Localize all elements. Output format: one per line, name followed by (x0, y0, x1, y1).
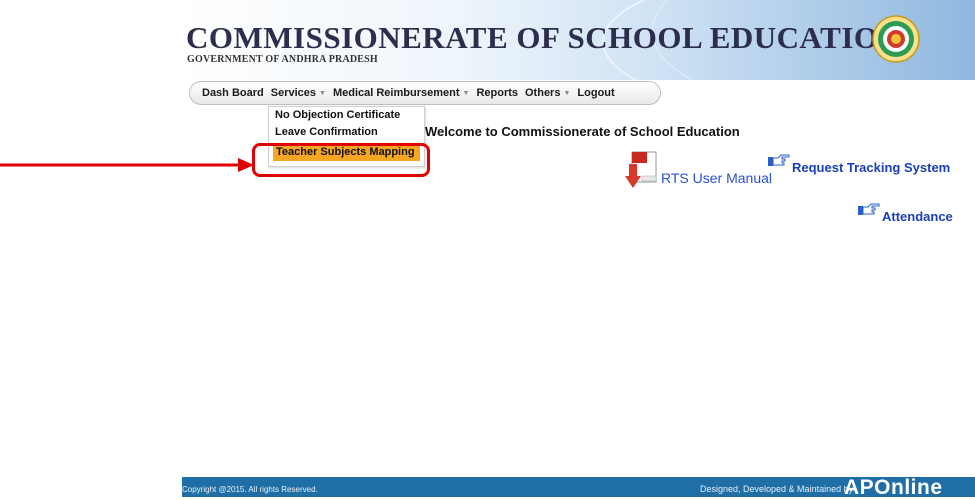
nav-reports[interactable]: Reports (476, 87, 518, 99)
rts-user-manual-link[interactable]: RTS User Manual (661, 170, 772, 186)
nav-label: Medical Reimbursement (332, 87, 460, 99)
nav-label: Others (525, 87, 561, 99)
attendance-link[interactable]: Attendance (882, 209, 953, 224)
pointing-hand-icon (768, 154, 790, 166)
nav-label: Reports (476, 87, 518, 99)
nav-medical-reimbursement[interactable]: Medical Reimbursement ▼ (333, 87, 469, 99)
nav-label: Dash Board (202, 87, 264, 99)
nav-others[interactable]: Others ▼ (525, 87, 570, 99)
main-nav: Dash Board Services ▼ Medical Reimbursem… (189, 81, 661, 105)
annotation-highlight-box (252, 143, 430, 177)
welcome-message: Welcome to Commissionerate of School Edu… (425, 124, 740, 139)
caret-down-icon: ▼ (319, 89, 326, 97)
site-subtitle: GOVERNMENT OF ANDHRA PRADESH (187, 54, 378, 65)
caret-down-icon: ▼ (462, 89, 470, 97)
site-footer: Copyright @2015. All rights Reserved. De… (182, 476, 975, 499)
nav-dashboard[interactable]: Dash Board (202, 87, 264, 99)
caret-down-icon: ▼ (563, 89, 571, 97)
nav-label: Logout (577, 87, 615, 99)
annotation-arrow-icon (0, 158, 254, 172)
site-header: COMMISSIONERATE OF SCHOOL EDUCATION GOVE… (182, 0, 975, 80)
nav-services[interactable]: Services ▼ (271, 87, 326, 99)
pdf-download-icon[interactable] (624, 150, 660, 190)
aponline-logo: APOnline (844, 476, 943, 499)
request-tracking-system-link[interactable]: Request Tracking System (792, 160, 950, 175)
nav-logout[interactable]: Logout (577, 87, 614, 99)
menu-item-leave-confirmation[interactable]: Leave Confirmation (269, 124, 424, 141)
copyright-text: Copyright @2015. All rights Reserved. (182, 485, 318, 494)
menu-item-no-objection-certificate[interactable]: No Objection Certificate (269, 107, 424, 124)
nav-label: Services (270, 87, 317, 99)
pointing-hand-icon (858, 203, 880, 215)
state-emblem-icon (872, 15, 920, 63)
designed-by-text: Designed, Developed & Maintained by (700, 484, 854, 494)
site-title: COMMISSIONERATE OF SCHOOL EDUCATION (186, 20, 902, 55)
